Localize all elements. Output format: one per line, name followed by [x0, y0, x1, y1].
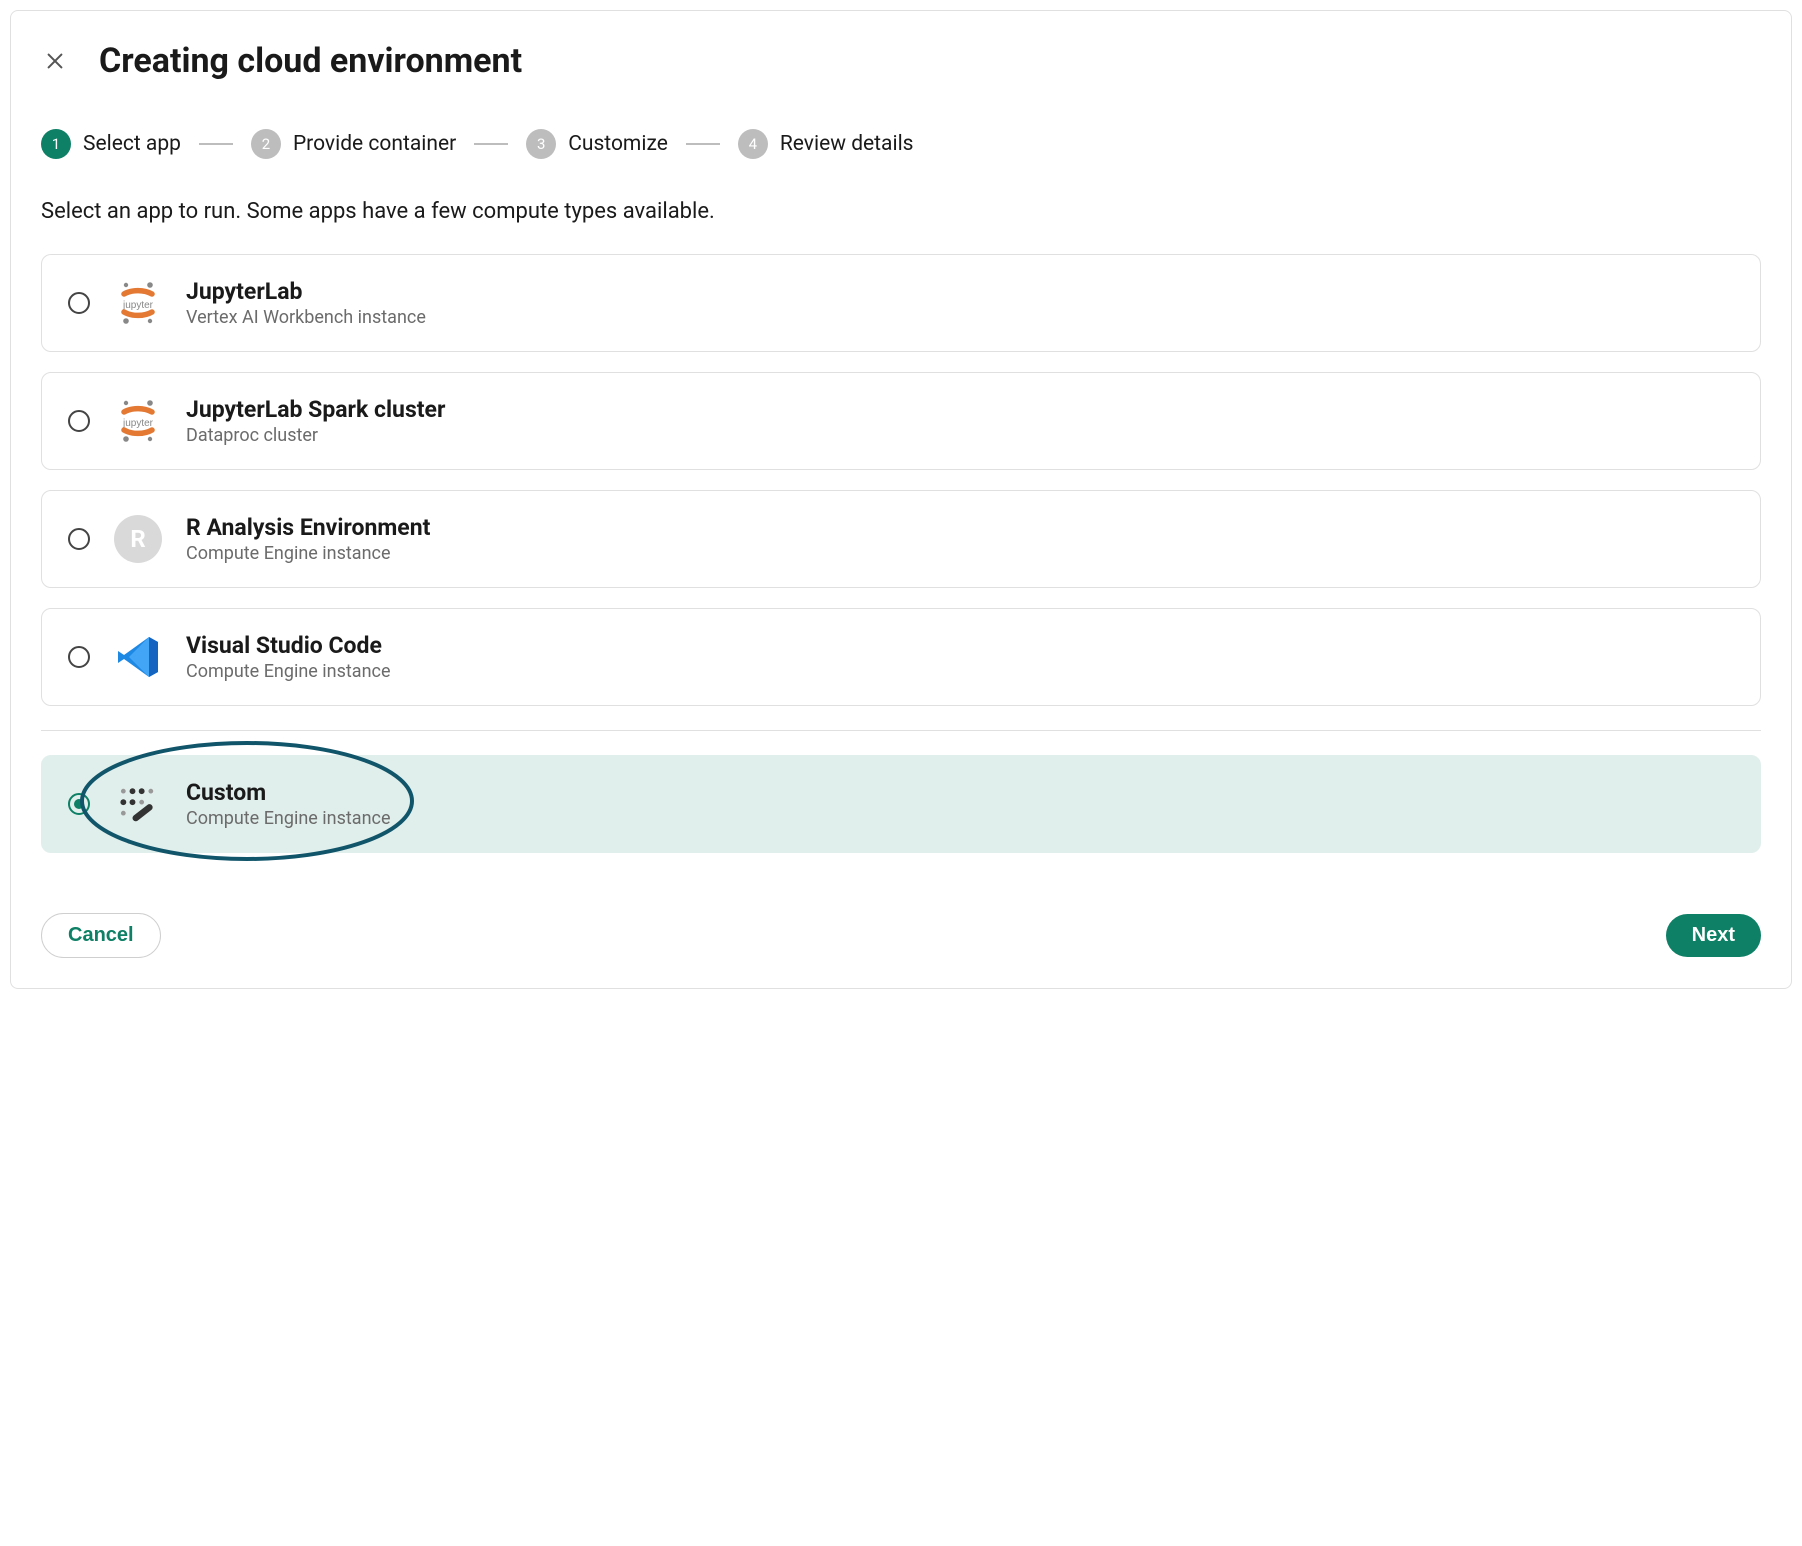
svg-text:jupyter: jupyter: [122, 300, 154, 311]
custom-icon: [112, 778, 164, 830]
dialog-title: Creating cloud environment: [99, 41, 522, 81]
option-text: R Analysis Environment Compute Engine in…: [186, 514, 430, 564]
dialog-header: Creating cloud environment: [41, 41, 1761, 81]
option-jupyterlab-spark[interactable]: jupyter JupyterLab Spark cluster Datapro…: [41, 372, 1761, 470]
instruction-text: Select an app to run. Some apps have a f…: [41, 199, 1761, 224]
option-text: JupyterLab Vertex AI Workbench instance: [186, 278, 426, 328]
step-badge: 2: [251, 129, 281, 159]
next-button[interactable]: Next: [1666, 914, 1761, 957]
option-jupyterlab[interactable]: jupyter JupyterLab Vertex AI Workbench i…: [41, 254, 1761, 352]
close-icon: [44, 50, 66, 72]
option-subtitle: Compute Engine instance: [186, 661, 391, 682]
dialog-footer: Cancel Next: [41, 913, 1761, 958]
vscode-icon: [112, 631, 164, 683]
jupyter-icon: jupyter: [112, 277, 164, 329]
cancel-button[interactable]: Cancel: [41, 913, 161, 958]
option-text: Visual Studio Code Compute Engine instan…: [186, 632, 391, 682]
step-provide-container[interactable]: 2 Provide container: [251, 129, 456, 159]
app-options-list: jupyter JupyterLab Vertex AI Workbench i…: [41, 254, 1761, 853]
stepper: 1 Select app 2 Provide container 3 Custo…: [41, 129, 1761, 159]
option-subtitle: Vertex AI Workbench instance: [186, 307, 426, 328]
step-select-app[interactable]: 1 Select app: [41, 129, 181, 159]
step-connector: [199, 143, 233, 145]
step-label: Review details: [780, 132, 914, 156]
option-r-analysis[interactable]: R R Analysis Environment Compute Engine …: [41, 490, 1761, 588]
option-subtitle: Compute Engine instance: [186, 808, 391, 829]
option-text: JupyterLab Spark cluster Dataproc cluste…: [186, 396, 445, 446]
step-connector: [686, 143, 720, 145]
option-title: Custom: [186, 779, 391, 806]
jupyter-icon: jupyter: [112, 395, 164, 447]
radio-input[interactable]: [68, 410, 90, 432]
option-title: Visual Studio Code: [186, 632, 391, 659]
r-letter: R: [114, 515, 162, 563]
radio-input[interactable]: [68, 793, 90, 815]
option-title: R Analysis Environment: [186, 514, 430, 541]
step-review-details[interactable]: 4 Review details: [738, 129, 914, 159]
step-badge: 3: [526, 129, 556, 159]
create-cloud-env-dialog: Creating cloud environment 1 Select app …: [10, 10, 1792, 989]
option-subtitle: Compute Engine instance: [186, 543, 430, 564]
r-icon: R: [112, 513, 164, 565]
radio-input[interactable]: [68, 528, 90, 550]
step-badge: 1: [41, 129, 71, 159]
radio-input[interactable]: [68, 646, 90, 668]
option-subtitle: Dataproc cluster: [186, 425, 445, 446]
step-connector: [474, 143, 508, 145]
option-vscode[interactable]: Visual Studio Code Compute Engine instan…: [41, 608, 1761, 706]
options-divider: [41, 730, 1761, 731]
step-customize[interactable]: 3 Customize: [526, 129, 668, 159]
svg-text:jupyter: jupyter: [122, 418, 154, 429]
step-label: Select app: [83, 132, 181, 156]
step-label: Customize: [568, 132, 668, 156]
option-title: JupyterLab: [186, 278, 426, 305]
step-label: Provide container: [293, 132, 456, 156]
close-button[interactable]: [41, 47, 69, 75]
step-badge: 4: [738, 129, 768, 159]
option-text: Custom Compute Engine instance: [186, 779, 391, 829]
option-custom[interactable]: Custom Compute Engine instance: [41, 755, 1761, 853]
radio-input[interactable]: [68, 292, 90, 314]
option-title: JupyterLab Spark cluster: [186, 396, 445, 423]
